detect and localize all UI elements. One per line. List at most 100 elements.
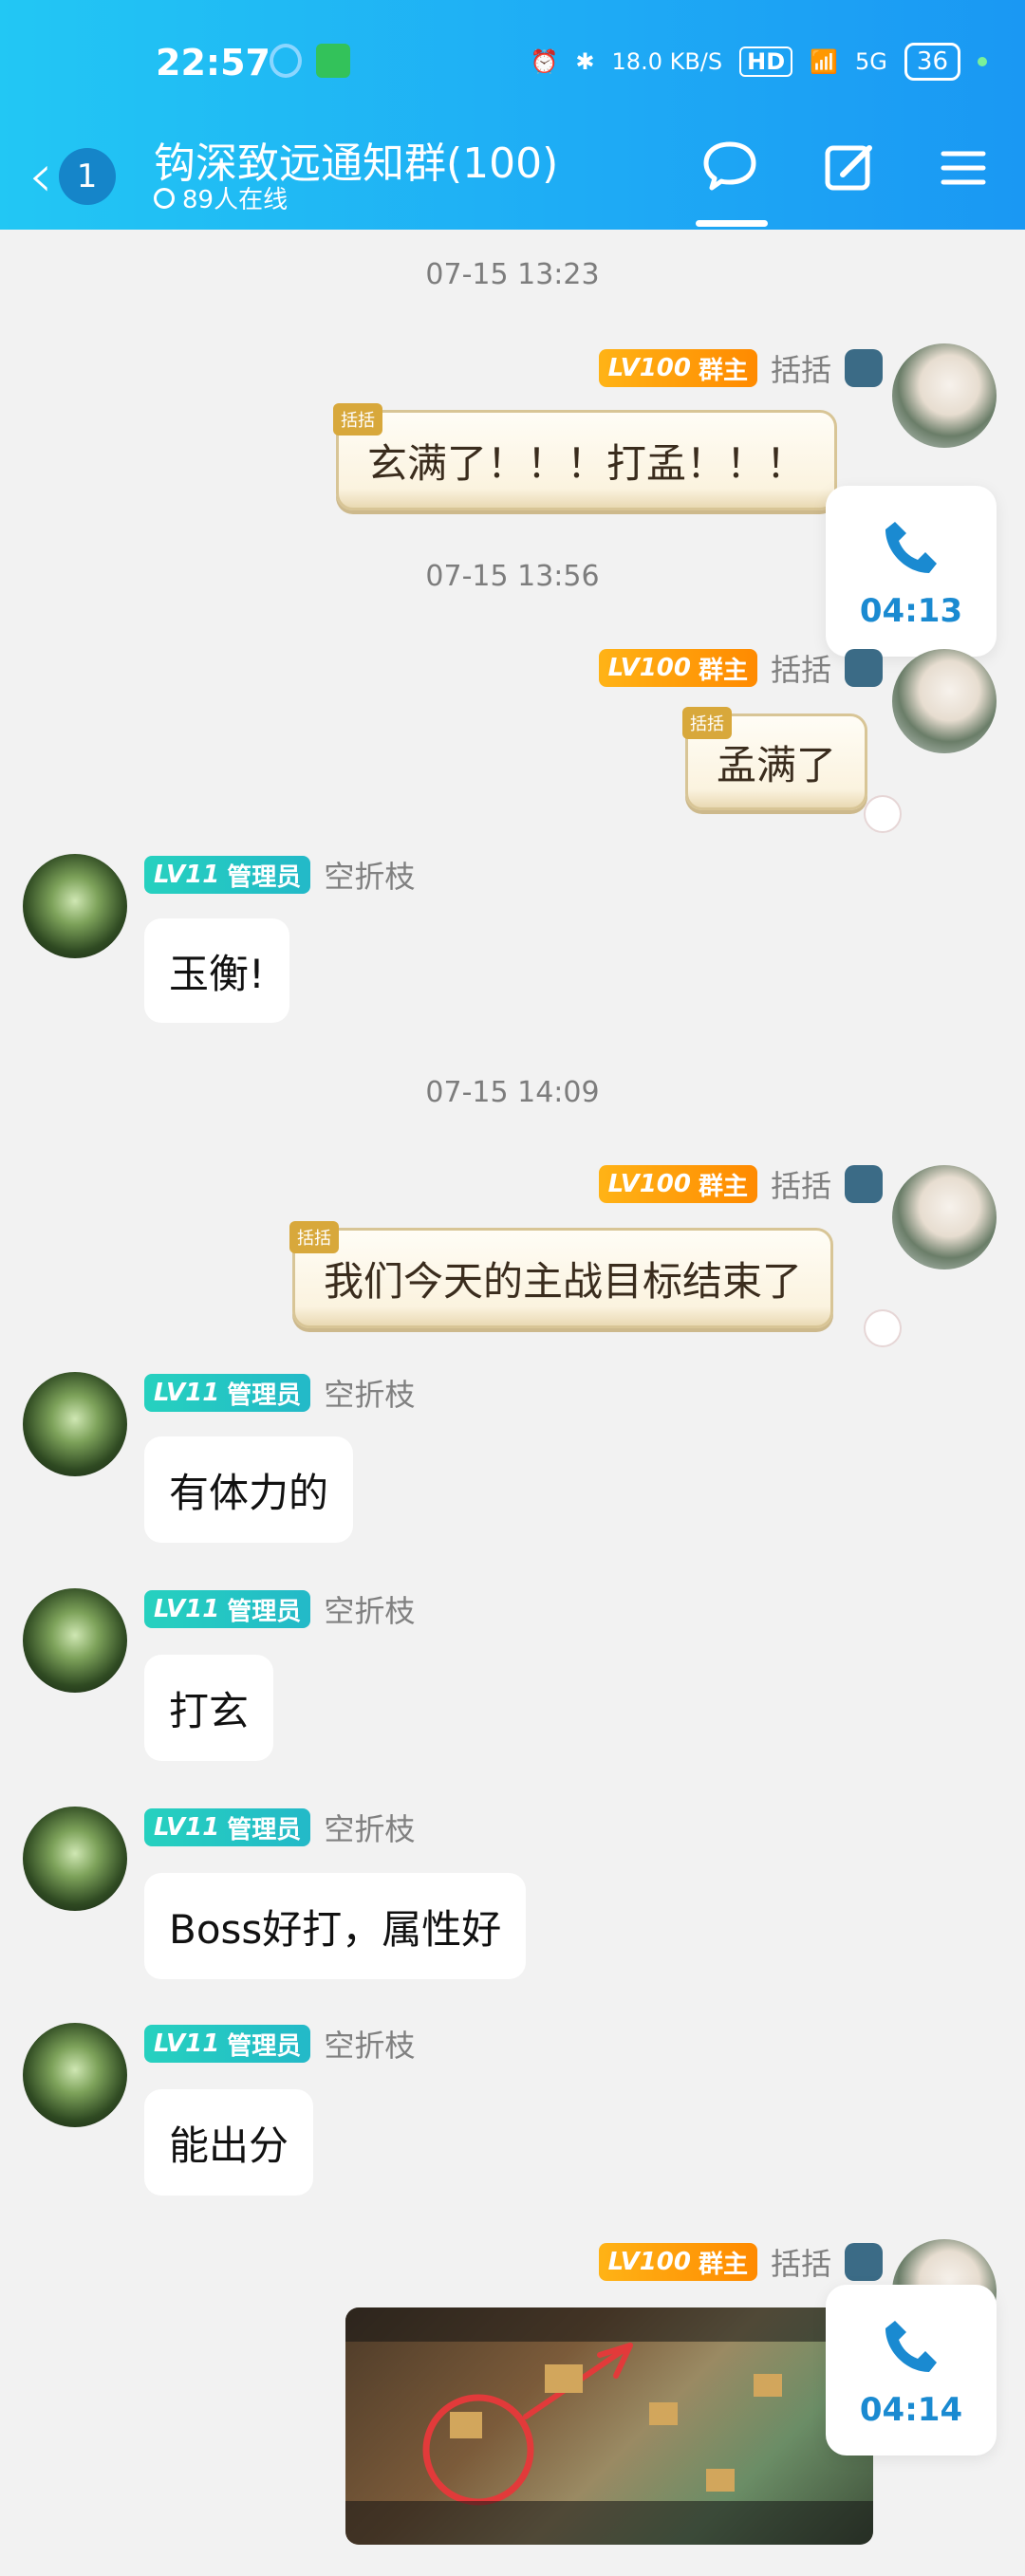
net-speed: 18.0 KB/S bbox=[611, 48, 723, 75]
message-bubble[interactable]: 能出分 bbox=[144, 2089, 314, 2196]
message-bubble[interactable]: 括括 玄满了！！！打孟！！！ bbox=[333, 403, 838, 510]
level-text: LV11 bbox=[154, 1813, 220, 1842]
avatar-admin[interactable] bbox=[23, 2023, 127, 2127]
sender-name[interactable]: 空折枝 bbox=[324, 1806, 415, 1849]
edit-button[interactable] bbox=[816, 135, 883, 201]
battery-indicator: 36 bbox=[904, 43, 960, 81]
sender-name[interactable]: 括括 bbox=[771, 2240, 831, 2284]
role-text: 群主 bbox=[698, 656, 748, 685]
message-text: Boss好打，属性好 bbox=[169, 1905, 502, 1953]
owner-level-badge: LV100 群主 bbox=[598, 1165, 757, 1203]
chat-bubble-icon bbox=[703, 141, 756, 191]
sender-tag: 括括 bbox=[333, 403, 382, 436]
message-bubble[interactable]: 打玄 bbox=[144, 1655, 274, 1761]
role-text: 管理员 bbox=[227, 1815, 302, 1844]
avatar-admin[interactable] bbox=[23, 1372, 127, 1476]
cat-sticker-icon bbox=[864, 1309, 902, 1347]
menu-button[interactable] bbox=[930, 135, 997, 201]
avatar-admin[interactable] bbox=[23, 854, 127, 958]
alarm-icon: ⏰ bbox=[530, 48, 559, 75]
online-dot-icon bbox=[978, 57, 987, 66]
sender-name[interactable]: 括括 bbox=[771, 646, 831, 690]
dragon-icon bbox=[845, 1165, 883, 1203]
level-text: LV100 bbox=[607, 654, 691, 682]
dragon-icon bbox=[845, 349, 883, 387]
sender-tag: 括括 bbox=[682, 707, 732, 739]
sender-row-owner: LV100 群主 括括 bbox=[598, 346, 883, 390]
message-text: 打玄 bbox=[169, 1687, 250, 1734]
owner-level-badge: LV100 群主 bbox=[598, 349, 757, 387]
admin-level-badge: LV11 管理员 bbox=[144, 2025, 311, 2063]
active-tab-indicator bbox=[696, 220, 768, 227]
message-bubble[interactable]: 括括 孟满了 bbox=[682, 707, 868, 810]
avatar-owner[interactable] bbox=[892, 649, 997, 753]
timestamp: 07-15 14:09 bbox=[425, 1076, 600, 1109]
avatar-owner[interactable] bbox=[892, 1165, 997, 1269]
role-text: 群主 bbox=[698, 2250, 748, 2279]
avatar-owner[interactable] bbox=[892, 343, 997, 448]
unread-count-badge: 1 bbox=[58, 148, 116, 205]
cat-sticker-icon bbox=[864, 795, 902, 833]
edit-icon bbox=[825, 145, 872, 191]
game-screenshot-image[interactable] bbox=[345, 2307, 873, 2545]
role-text: 群主 bbox=[698, 1172, 748, 1201]
message-bubble[interactable]: 玉衡! bbox=[144, 918, 289, 1023]
timestamp: 07-15 13:56 bbox=[425, 560, 600, 593]
signal-label: 5G bbox=[855, 48, 887, 75]
message-text: 玄满了！！！打孟！！！ bbox=[367, 439, 807, 487]
status-time: 22:57 bbox=[156, 42, 270, 83]
level-text: LV11 bbox=[154, 2029, 220, 2058]
sender-tag: 括括 bbox=[289, 1221, 339, 1253]
role-text: 管理员 bbox=[227, 862, 302, 892]
sender-name[interactable]: 空折枝 bbox=[324, 853, 415, 897]
sender-name[interactable]: 空折枝 bbox=[324, 2022, 415, 2066]
sender-name[interactable]: 空折枝 bbox=[324, 1587, 415, 1631]
timestamp: 07-15 13:23 bbox=[425, 258, 600, 291]
admin-level-badge: LV11 管理员 bbox=[144, 1374, 311, 1412]
sender-name[interactable]: 空折枝 bbox=[324, 1371, 415, 1415]
online-count: 89人在线 bbox=[182, 186, 289, 214]
message-bubble[interactable]: 括括 我们今天的主战目标结束了 bbox=[289, 1221, 834, 1328]
online-status: 89人在线 bbox=[154, 180, 288, 215]
chat-tab-button[interactable] bbox=[697, 135, 763, 201]
back-button[interactable]: ‹ 1 bbox=[28, 139, 133, 214]
nav-bar: ‹ 1 钩深致远通知群(100) 89人在线 bbox=[0, 129, 1025, 230]
owner-level-badge: LV100 群主 bbox=[598, 2243, 757, 2281]
level-text: LV11 bbox=[154, 861, 220, 889]
qq-notification-icon bbox=[270, 44, 302, 78]
message-bubble[interactable]: 有体力的 bbox=[144, 1436, 354, 1543]
level-text: LV100 bbox=[607, 2248, 691, 2276]
dragon-icon bbox=[845, 2243, 883, 2281]
admin-level-badge: LV11 管理员 bbox=[144, 1808, 311, 1846]
sender-row-admin: LV11 管理员 空折枝 bbox=[144, 1588, 415, 1630]
sender-name[interactable]: 括括 bbox=[771, 1162, 831, 1206]
menu-icon bbox=[941, 151, 986, 185]
game-chat-bar bbox=[345, 2501, 873, 2545]
bluetooth-icon: ✱ bbox=[575, 48, 595, 75]
sender-row-owner: LV100 群主 括括 bbox=[598, 646, 883, 690]
voice-call-card[interactable]: 04:14 bbox=[826, 2285, 997, 2456]
avatar-admin[interactable] bbox=[23, 1807, 127, 1911]
chevron-left-icon: ‹ bbox=[28, 141, 53, 212]
sender-row-admin: LV11 管理员 空折枝 bbox=[144, 1372, 415, 1414]
owner-level-badge: LV100 群主 bbox=[598, 649, 757, 687]
sender-name[interactable]: 括括 bbox=[771, 346, 831, 390]
role-text: 管理员 bbox=[227, 2031, 302, 2061]
hd-icon: HD bbox=[739, 46, 793, 77]
message-text: 我们今天的主战目标结束了 bbox=[324, 1257, 803, 1305]
level-text: LV100 bbox=[607, 354, 691, 382]
message-bubble[interactable]: Boss好打，属性好 bbox=[144, 1873, 527, 1979]
status-bar: 22:57 ⏰ ✱ 18.0 KB/S HD 📶 5G 36 bbox=[0, 0, 1025, 129]
admin-level-badge: LV11 管理员 bbox=[144, 1590, 311, 1628]
message-text: 有体力的 bbox=[169, 1469, 329, 1516]
dragon-icon bbox=[845, 649, 883, 687]
avatar-admin[interactable] bbox=[23, 1588, 127, 1693]
level-text: LV11 bbox=[154, 1379, 220, 1407]
message-text: 能出分 bbox=[169, 2122, 289, 2169]
role-text: 管理员 bbox=[227, 1597, 302, 1626]
message-text: 孟满了 bbox=[717, 741, 837, 788]
wifi-icon: 📶 bbox=[810, 48, 839, 75]
admin-level-badge: LV11 管理员 bbox=[144, 856, 311, 894]
header-bar: 22:57 ⏰ ✱ 18.0 KB/S HD 📶 5G 36 ‹ 1 钩深致远通… bbox=[0, 0, 1025, 230]
online-check-icon bbox=[154, 187, 175, 209]
